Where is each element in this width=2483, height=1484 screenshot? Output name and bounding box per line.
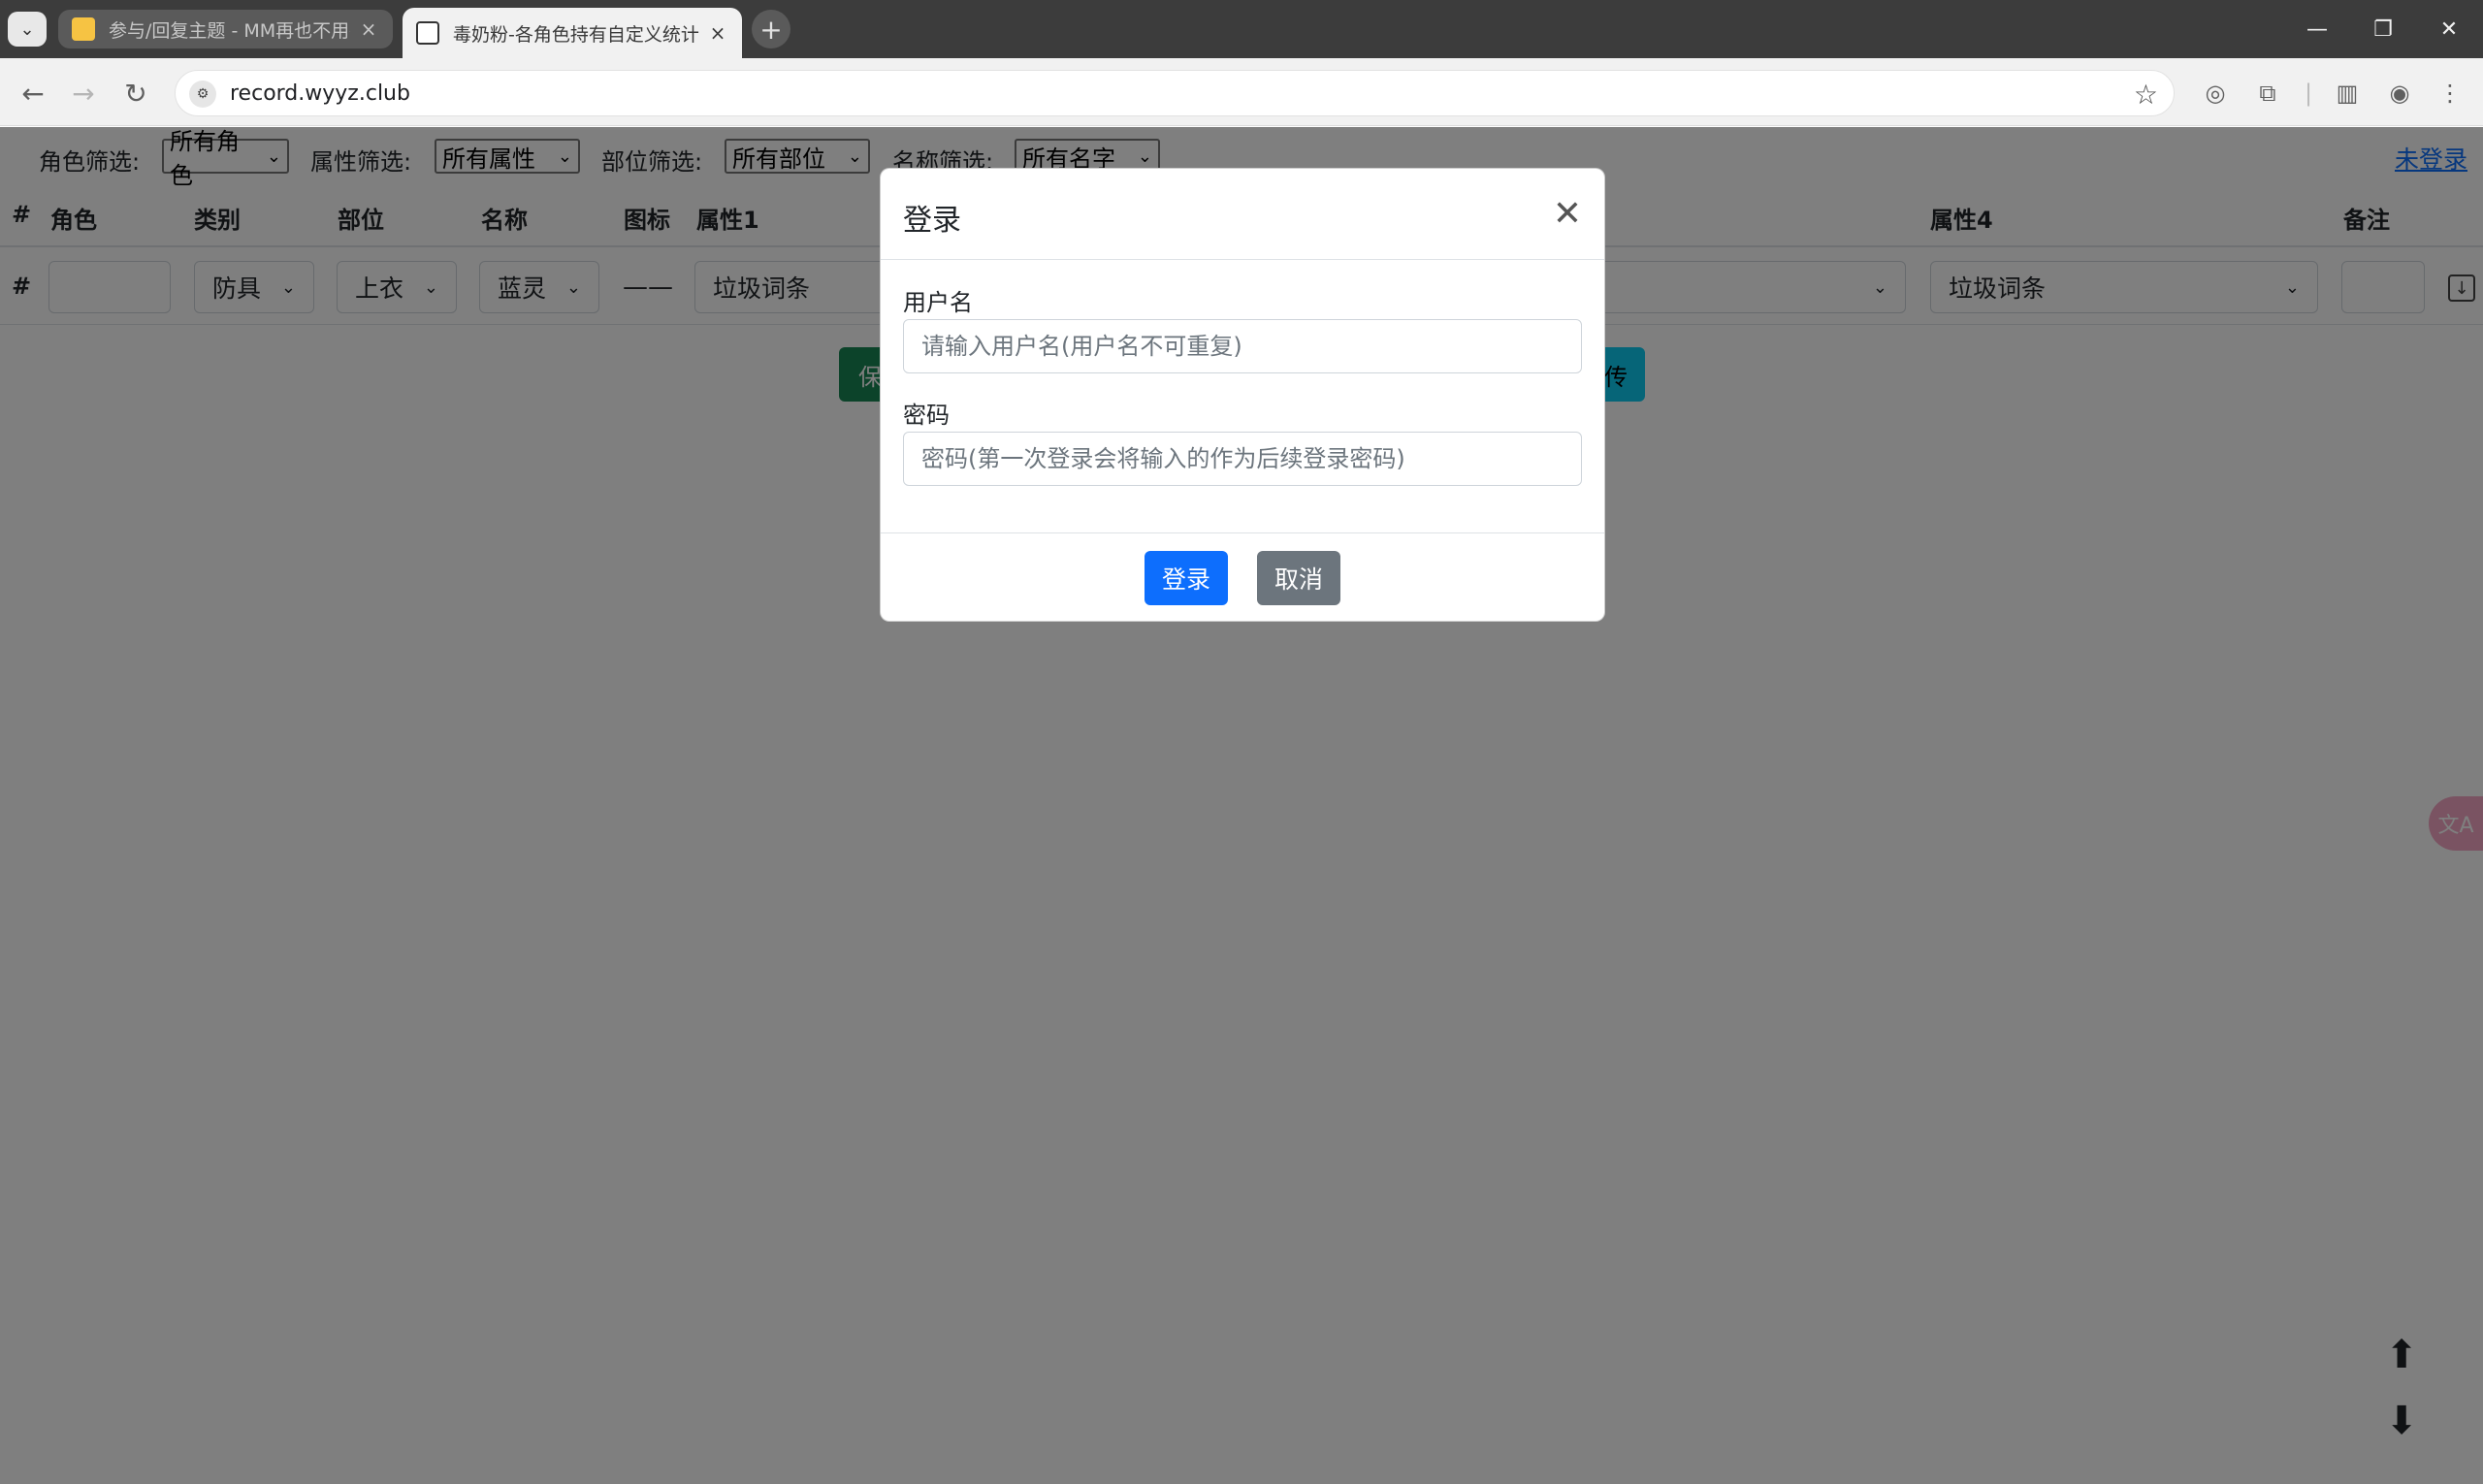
reload-button[interactable]: ↻ [116, 74, 155, 113]
profile-icon[interactable]: ◉ [2384, 78, 2415, 109]
puzzle-icon[interactable]: ⧉ [2252, 78, 2283, 109]
minimize-button[interactable]: — [2283, 0, 2351, 58]
toolbar-divider: | [2304, 80, 2313, 107]
close-icon[interactable]: ✕ [1548, 194, 1587, 234]
username-input[interactable] [903, 319, 1582, 373]
modal-title: 登录 [903, 204, 961, 238]
password-input[interactable] [903, 432, 1582, 486]
restore-button[interactable]: ❐ [2349, 0, 2417, 58]
address-bar[interactable]: ⚙ record.wyyz.club ☆ [175, 70, 2175, 116]
close-icon: ✕ [2439, 16, 2459, 42]
forum-favicon-icon [72, 17, 95, 41]
password-label: 密码 [903, 402, 950, 429]
close-icon[interactable]: × [707, 21, 728, 45]
window-close-button[interactable]: ✕ [2415, 0, 2483, 58]
tab-record[interactable]: 毒奶粉-各角色持有自定义统计 × [403, 8, 742, 58]
tune-icon[interactable]: ⚙ [189, 81, 216, 108]
kebab-menu-icon[interactable]: ⋮ [2435, 78, 2466, 109]
reload-icon: ↻ [124, 77, 147, 110]
login-button[interactable]: 登录 [1145, 551, 1228, 605]
tab-bar: ⌄ 参与/回复主题 - MM再也不用担心 × 毒奶粉-各角色持有自定义统计 × … [0, 0, 2483, 58]
arrow-right-icon: → [72, 77, 95, 110]
chevron-down-icon: ⌄ [19, 18, 35, 40]
panda-favicon-icon [416, 21, 439, 45]
tab-list-button[interactable]: ⌄ [8, 12, 47, 47]
tab-title: 毒奶粉-各角色持有自定义统计 [453, 23, 699, 46]
url-text: record.wyyz.club [230, 81, 410, 106]
cancel-button[interactable]: 取消 [1257, 551, 1340, 605]
browser-toolbar: ← → ↻ ⚙ record.wyyz.club ☆ ◎ ⧉ | ▥ ◉ ⋮ [0, 58, 2483, 126]
restore-icon: ❐ [2373, 16, 2393, 42]
username-label: 用户名 [903, 289, 973, 316]
extension-icon[interactable]: ◎ [2200, 78, 2231, 109]
side-panel-icon[interactable]: ▥ [2332, 78, 2363, 109]
login-modal: 登录 ✕ 用户名 密码 登录 取消 [880, 168, 1605, 622]
tab-title: 参与/回复主题 - MM再也不用担心 [109, 19, 350, 42]
new-tab-button[interactable]: + [752, 10, 790, 48]
forward-button[interactable]: → [64, 74, 103, 113]
plus-icon: + [759, 13, 783, 46]
arrow-left-icon: ← [21, 77, 45, 110]
tab-forum[interactable]: 参与/回复主题 - MM再也不用担心 × [58, 10, 393, 48]
minimize-icon: — [2306, 16, 2328, 42]
modal-header: 登录 ✕ [881, 169, 1604, 260]
back-button[interactable]: ← [14, 74, 52, 113]
modal-footer: 登录 取消 [881, 532, 1604, 623]
star-icon[interactable]: ☆ [2134, 79, 2158, 111]
close-icon[interactable]: × [358, 17, 379, 41]
